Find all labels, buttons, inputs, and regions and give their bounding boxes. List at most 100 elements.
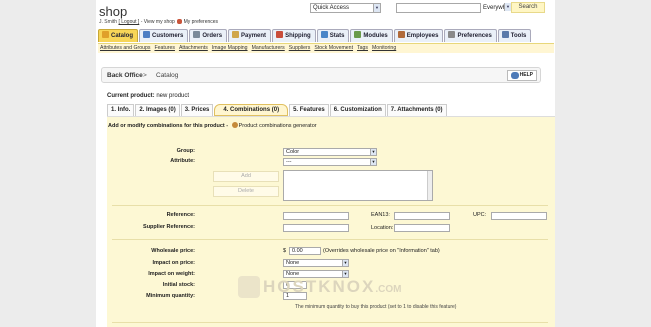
impact-price-select[interactable]: None ▼ xyxy=(283,259,349,267)
tools-icon xyxy=(501,31,509,38)
product-tab-3[interactable]: 3. Prices xyxy=(180,104,214,116)
tab-preferences[interactable]: Preferences xyxy=(444,29,497,42)
product-tab-5[interactable]: 5. Features xyxy=(289,104,329,116)
tab-stats[interactable]: Stats xyxy=(316,29,350,42)
product-tab-1[interactable]: 1. Info. xyxy=(107,104,135,116)
watermark-suffix: .COM xyxy=(375,284,402,295)
tab-shipping[interactable]: Shipping xyxy=(272,29,316,42)
quick-access-value: Quick Access xyxy=(313,5,350,11)
form-heading-separator: - xyxy=(224,123,230,129)
location-input[interactable] xyxy=(394,224,450,232)
attribute-label: Attribute: xyxy=(170,158,195,164)
user-line: J. Smith [ Logout ] - View my shop My pr… xyxy=(99,19,218,25)
tab-modules[interactable]: Modules xyxy=(350,29,393,42)
left-background xyxy=(0,0,100,327)
scrollbar[interactable] xyxy=(427,171,432,200)
product-tab-7[interactable]: 7. Attachments (0) xyxy=(386,104,447,116)
product-tab-6[interactable]: 6. Customization xyxy=(329,104,386,116)
tab-tools[interactable]: Tools xyxy=(497,29,532,42)
help-icon xyxy=(511,72,519,79)
subtab-image-mapping[interactable]: Image Mapping xyxy=(212,45,248,51)
modules-icon xyxy=(354,31,362,38)
impact-price-value: None xyxy=(286,260,300,266)
search-button[interactable]: Search xyxy=(511,2,545,13)
search-scope-select[interactable]: Everywhere ▼ xyxy=(483,3,515,13)
tab-label: Catalog xyxy=(111,33,134,39)
add-button[interactable]: Add xyxy=(213,171,279,182)
preferences-icon xyxy=(177,19,183,24)
wholesale-price-input[interactable]: 0.00 xyxy=(289,247,321,255)
admin-page: shop J. Smith [ Logout ] - View my shop … xyxy=(96,0,555,327)
right-background xyxy=(551,0,651,327)
quick-access-select[interactable]: Quick Access ▼ xyxy=(310,3,381,13)
main-tabs: Catalog Customers Orders Payment Shipping Sta… xyxy=(98,29,532,43)
impact-price-label: Impact on price: xyxy=(152,260,195,266)
ean13-label: EAN13: xyxy=(371,212,390,218)
subtab-stock-movement[interactable]: Stock Movement xyxy=(314,45,353,51)
tab-orders[interactable]: Orders xyxy=(189,29,228,42)
chevron-down-icon: ▼ xyxy=(370,159,376,165)
user-name: J. Smith xyxy=(99,19,118,25)
preferences-icon xyxy=(448,31,456,38)
reference-input[interactable] xyxy=(283,212,349,220)
subtab-attachments[interactable]: Attachments xyxy=(179,45,208,51)
tab-label: Modules xyxy=(363,33,388,39)
my-preferences-link[interactable]: My preferences xyxy=(184,19,218,25)
catalog-icon xyxy=(102,31,109,38)
product-tab-2[interactable]: 2. Images (0) xyxy=(135,104,180,116)
tab-label: Shipping xyxy=(285,33,311,39)
back-office-label: Back Office xyxy=(107,72,143,79)
upc-input[interactable] xyxy=(491,212,547,220)
breadcrumb-catalog: Catalog xyxy=(156,72,179,79)
current-product-label: Current product: xyxy=(107,93,155,99)
wholesale-price-note: (Overrides wholesale price on "Informati… xyxy=(323,248,440,254)
customers-icon xyxy=(143,31,151,38)
subtab-monitoring[interactable]: Monitoring xyxy=(372,45,396,51)
delete-button[interactable]: Delete xyxy=(213,186,279,197)
subtab-features[interactable]: Features xyxy=(154,45,174,51)
group-select[interactable]: Color ▼ xyxy=(283,148,377,156)
tab-catalog[interactable]: Catalog xyxy=(98,29,139,42)
product-tab-4[interactable]: 4. Combinations (0) xyxy=(214,104,289,116)
product-tabs: 1. Info. 2. Images (0) 3. Prices 4. Combina… xyxy=(107,104,448,116)
attribute-value: --- xyxy=(286,159,292,165)
help-button[interactable]: HELP xyxy=(507,70,537,81)
location-label: Location: xyxy=(371,225,394,231)
search-input[interactable] xyxy=(396,3,481,13)
combinations-generator-link[interactable]: Product combinations generator xyxy=(239,123,317,129)
divider xyxy=(112,205,548,206)
minimum-quantity-label: Minimum quantity: xyxy=(146,293,195,299)
tab-employees[interactable]: Employees xyxy=(393,29,444,42)
tab-customers[interactable]: Customers xyxy=(139,29,189,42)
view-shop-link[interactable]: View my shop xyxy=(144,19,175,25)
subtab-attributes-and-groups[interactable]: Attributes and Groups xyxy=(100,45,150,51)
supplier-reference-label: Supplier Reference: xyxy=(143,224,195,230)
breadcrumb-separator: > xyxy=(143,72,147,79)
tab-label: Preferences xyxy=(457,33,492,39)
orders-icon xyxy=(193,31,201,38)
tab-label: Stats xyxy=(329,33,345,39)
wholesale-price-label: Wholesale price: xyxy=(151,248,195,254)
attribute-select[interactable]: --- ▼ xyxy=(283,158,377,166)
ean13-input[interactable] xyxy=(394,212,450,220)
minimum-quantity-note: The minimum quantity to buy this product… xyxy=(295,304,457,310)
impact-weight-label: Impact on weight: xyxy=(148,271,195,277)
chevron-down-icon: ▼ xyxy=(504,3,511,11)
reference-label: Reference: xyxy=(166,212,195,218)
current-product: Current product: new product xyxy=(107,93,189,99)
sub-tabs: Attributes and Groups Features Attachments… xyxy=(98,43,554,53)
tab-payment[interactable]: Payment xyxy=(228,29,272,42)
subtab-manufacturers[interactable]: Manufacturers xyxy=(252,45,285,51)
watermark: HOSTKNOX.COM xyxy=(238,276,401,298)
supplier-reference-input[interactable] xyxy=(283,224,349,232)
subtab-tags[interactable]: Tags xyxy=(357,45,368,51)
upc-label: UPC: xyxy=(473,212,487,218)
watermark-name: HOSTKNOX xyxy=(263,277,376,296)
current-product-value: new product xyxy=(156,93,190,99)
logout-link[interactable]: [ Logout ] xyxy=(118,19,139,25)
help-label: HELP xyxy=(519,72,533,78)
shipping-icon xyxy=(276,31,284,38)
subtab-suppliers[interactable]: Suppliers xyxy=(289,45,311,51)
attributes-list[interactable] xyxy=(283,170,433,201)
form-heading-text: Add or modify combinations for this prod… xyxy=(108,123,225,129)
